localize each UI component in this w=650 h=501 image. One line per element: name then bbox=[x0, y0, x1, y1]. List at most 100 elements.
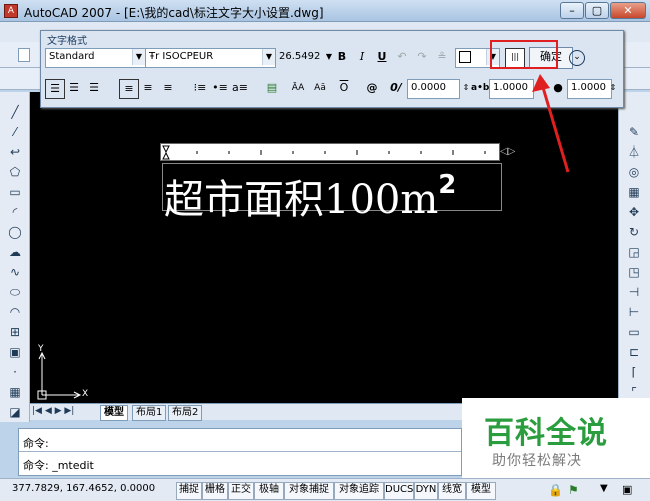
lowercase-icon[interactable]: Aā bbox=[311, 79, 329, 97]
text-height-select[interactable]: 26.5492 ▼ bbox=[275, 48, 336, 68]
bold-button[interactable]: B bbox=[333, 48, 351, 66]
polyline-icon[interactable]: ↩ bbox=[6, 144, 24, 160]
align-center-icon[interactable]: ☰ bbox=[65, 79, 83, 97]
window-title: AutoCAD 2007 - [E:\我的cad\标注文字大小设置.dwg] bbox=[24, 6, 324, 20]
tab-model[interactable]: 模型 bbox=[100, 405, 128, 421]
polar-button[interactable]: 极轴 bbox=[254, 482, 284, 500]
rotate-icon[interactable]: ↻ bbox=[625, 224, 643, 240]
mtext-content[interactable]: 超市面积100m2 bbox=[164, 160, 456, 225]
undo-icon[interactable]: ↶ bbox=[393, 48, 411, 66]
insert-block-icon[interactable]: ⊞ bbox=[6, 324, 24, 340]
numbering-icon[interactable]: ⁝≡ bbox=[191, 79, 209, 97]
tab-nav-arrows-icon[interactable]: |◀ ◀ ▶ ▶| bbox=[32, 406, 74, 416]
options-chevron-icon[interactable]: ⌄ bbox=[569, 50, 585, 66]
oblique-angle-input[interactable]: 0.0000 bbox=[407, 79, 460, 99]
highlight-annotation-box bbox=[490, 40, 558, 69]
join-icon[interactable]: ⊏ bbox=[625, 344, 643, 360]
command-window[interactable]: 命令: 命令: _mtedit bbox=[18, 428, 462, 476]
align-top-icon[interactable]: ≡ bbox=[119, 79, 139, 99]
move-icon[interactable]: ✥ bbox=[625, 204, 643, 220]
command-current-value: _mtedit bbox=[52, 459, 94, 472]
mirror-icon[interactable]: ⏃ bbox=[625, 144, 643, 160]
lineweight-button[interactable]: 线宽 bbox=[438, 482, 466, 500]
make-block-icon[interactable]: ▣ bbox=[6, 344, 24, 360]
overline-icon[interactable]: O bbox=[335, 79, 353, 97]
font-value: ISOCPEUR bbox=[162, 51, 214, 62]
coordinate-readout: 377.7829, 167.4652, 0.0000 bbox=[12, 483, 156, 494]
align-right-icon[interactable]: ☰ bbox=[85, 79, 103, 97]
watermark-title: 百科全说 bbox=[484, 416, 608, 451]
scale-icon[interactable]: ◲ bbox=[625, 244, 643, 260]
lock-icon[interactable]: 🔒 bbox=[548, 483, 563, 497]
width-spinner-icon[interactable]: ⇕ bbox=[607, 79, 619, 97]
bullets-icon[interactable]: •≡ bbox=[211, 79, 229, 97]
spline-icon[interactable]: ∿ bbox=[6, 264, 24, 280]
status-bar: 377.7829, 167.4652, 0.0000 捕捉 栅格 正交 极轴 对… bbox=[0, 478, 650, 501]
text-style-value: Standard bbox=[49, 51, 95, 62]
annotation-arrow bbox=[532, 74, 570, 173]
point-icon[interactable]: · bbox=[6, 364, 24, 380]
tab-layout2[interactable]: 布局2 bbox=[168, 405, 203, 421]
arc-icon[interactable]: ◜ bbox=[6, 204, 24, 220]
align-left-icon[interactable]: ☰ bbox=[45, 79, 65, 99]
align-middle-icon[interactable]: ≡ bbox=[139, 79, 157, 97]
new-file-icon[interactable] bbox=[18, 48, 30, 62]
oblique-angle-icon: 0/ bbox=[390, 81, 402, 94]
ducs-button[interactable]: DUCS bbox=[384, 482, 414, 500]
communication-center-icon[interactable]: ⚑ bbox=[568, 483, 579, 497]
circle-icon[interactable]: ◯ bbox=[6, 224, 24, 240]
array-icon[interactable]: ▦ bbox=[625, 184, 643, 200]
erase-icon[interactable]: ✎ bbox=[625, 124, 643, 140]
close-button[interactable]: ✕ bbox=[610, 2, 646, 19]
ruler-resize-handle[interactable]: ◁▷ bbox=[500, 145, 522, 159]
stack-icon[interactable]: ≗ bbox=[433, 48, 451, 66]
chevron-down-icon: ▼ bbox=[132, 49, 145, 65]
align-bottom-icon[interactable]: ≡ bbox=[159, 79, 177, 97]
autocad-app-icon[interactable]: A bbox=[4, 4, 18, 18]
tracking-icon: a•b bbox=[471, 83, 490, 93]
stretch-icon[interactable]: ◳ bbox=[625, 264, 643, 280]
grid-button[interactable]: 栅格 bbox=[202, 482, 228, 500]
dyn-button[interactable]: DYN bbox=[414, 482, 438, 500]
tab-layout1[interactable]: 布局1 bbox=[132, 405, 167, 421]
command-prompt-line[interactable]: 命令: _mtedit bbox=[23, 457, 94, 473]
ellipse-arc-icon[interactable]: ◠ bbox=[6, 304, 24, 320]
revision-cloud-icon[interactable]: ☁ bbox=[6, 244, 24, 260]
osnap-button[interactable]: 对象捕捉 bbox=[284, 482, 334, 500]
ucs-y-label: Y bbox=[38, 344, 44, 354]
watermark-logo: 百科全说 助你轻松解决 bbox=[462, 398, 650, 478]
rectangle-icon[interactable]: ▭ bbox=[6, 184, 24, 200]
insert-field-icon[interactable]: ▤ bbox=[263, 79, 281, 97]
symbol-button[interactable]: @ bbox=[363, 79, 381, 97]
break-icon[interactable]: ▭ bbox=[625, 324, 643, 340]
letters-icon[interactable]: a≡ bbox=[231, 79, 249, 97]
status-menu-chevron-icon[interactable]: ▼ bbox=[600, 483, 608, 494]
font-select[interactable]: Ŧr ISOCPEUR ▼ bbox=[145, 48, 276, 68]
construction-line-icon[interactable]: ⁄ bbox=[6, 124, 24, 140]
trim-icon[interactable]: ⊣ bbox=[625, 284, 643, 300]
uppercase-icon[interactable]: ĀA bbox=[289, 79, 307, 97]
offset-icon[interactable]: ◎ bbox=[625, 164, 643, 180]
command-prompt-label: 命令: bbox=[23, 459, 49, 472]
hatch-icon[interactable]: ▦ bbox=[6, 384, 24, 400]
chamfer-icon[interactable]: ⌈ bbox=[625, 364, 643, 380]
extend-icon[interactable]: ⊢ bbox=[625, 304, 643, 320]
underline-button[interactable]: U bbox=[373, 48, 391, 66]
snap-button[interactable]: 捕捉 bbox=[176, 482, 202, 500]
redo-icon[interactable]: ↷ bbox=[413, 48, 431, 66]
text-style-select[interactable]: Standard ▼ bbox=[45, 48, 146, 68]
restore-button[interactable]: ▢ bbox=[585, 2, 609, 19]
watermark-subtitle: 助你轻松解决 bbox=[492, 453, 582, 469]
mtext-ruler[interactable] bbox=[160, 143, 500, 161]
line-tool-icon[interactable]: ╱ bbox=[6, 104, 24, 120]
model-button[interactable]: 模型 bbox=[466, 482, 496, 500]
ellipse-icon[interactable]: ⬭ bbox=[6, 284, 24, 300]
ortho-button[interactable]: 正交 bbox=[228, 482, 254, 500]
region-icon[interactable]: ◪ bbox=[6, 404, 24, 420]
italic-button[interactable]: I bbox=[353, 48, 371, 66]
otrack-button[interactable]: 对象追踪 bbox=[334, 482, 384, 500]
clean-screen-icon[interactable]: ▣ bbox=[622, 483, 632, 496]
minimize-button[interactable]: – bbox=[560, 2, 584, 19]
polygon-icon[interactable]: ⬠ bbox=[6, 164, 24, 180]
ucs-x-label: X bbox=[82, 389, 89, 399]
